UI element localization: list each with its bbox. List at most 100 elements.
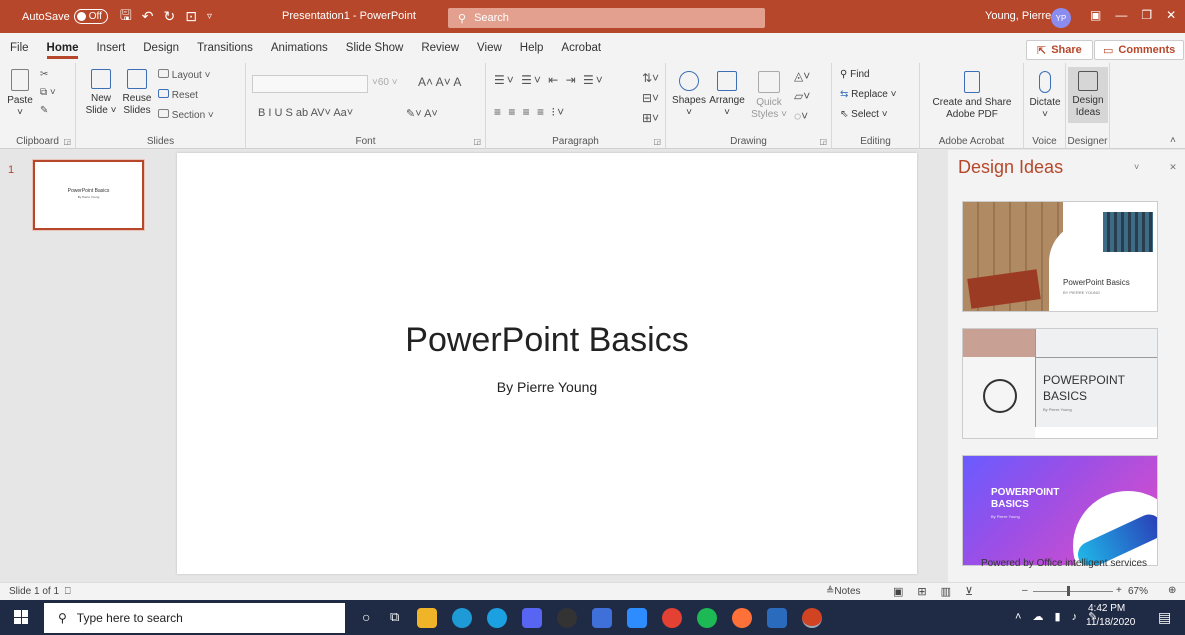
ribbon-display-icon[interactable]: ▣ — [1090, 8, 1101, 22]
comments-button[interactable]: ▭ Comments — [1094, 40, 1185, 60]
minimize-icon[interactable]: — — [1115, 8, 1127, 22]
reset-button[interactable]: Reset — [158, 89, 198, 101]
tab-review[interactable]: Review — [421, 38, 459, 58]
slide-subtitle[interactable]: By Pierre Young — [177, 379, 917, 395]
slide-title[interactable]: PowerPoint Basics — [177, 321, 917, 360]
dictate-button[interactable]: Dictate ˅ — [1026, 71, 1064, 121]
slideshow-icon[interactable]: ⊻ — [965, 586, 987, 598]
firefox-icon[interactable] — [732, 608, 752, 628]
tab-help[interactable]: Help — [520, 38, 544, 58]
notification-icon[interactable]: ▤ — [1158, 609, 1171, 626]
undo-icon[interactable]: ↶ — [142, 8, 154, 25]
chrome-icon[interactable] — [662, 608, 682, 628]
new-slide-button[interactable]: New Slide ˅ — [84, 69, 118, 117]
cut-icon[interactable]: ✂ — [40, 69, 48, 80]
file-explorer-icon[interactable] — [417, 608, 437, 628]
windows-start-icon[interactable] — [14, 610, 28, 624]
slide-canvas[interactable]: PowerPoint Basics By Pierre Young — [177, 153, 917, 574]
share-button[interactable]: ⇱ Share — [1026, 40, 1093, 60]
fit-slide-icon[interactable]: ⊕ — [1168, 585, 1176, 596]
store-icon[interactable] — [592, 608, 612, 628]
zoom-slider-knob[interactable] — [1067, 586, 1070, 596]
design-idea-2[interactable]: POWERPOINT BASICS By Pierre Young — [962, 328, 1158, 439]
clock-date[interactable]: 11/18/2020 — [1086, 617, 1135, 628]
drawing-launcher-icon[interactable]: ◲ — [819, 137, 827, 146]
shapes-button[interactable]: Shapes ˅ — [672, 71, 706, 119]
cortana-icon[interactable]: ○ — [362, 609, 370, 625]
tab-view[interactable]: View — [477, 38, 502, 58]
pane-close-icon[interactable]: ✕ — [1169, 162, 1185, 172]
copy-icon[interactable]: ⧉ ˅ — [40, 87, 56, 98]
tab-design[interactable]: Design — [143, 38, 179, 58]
tab-acrobat[interactable]: Acrobat — [561, 38, 601, 58]
notes-button[interactable]: ≜Notes — [826, 586, 861, 597]
zoom-slider[interactable] — [1033, 586, 1113, 596]
reuse-slides-button[interactable]: Reuse Slides — [120, 69, 154, 117]
shape-outline-icon[interactable]: ▱˅ — [794, 89, 810, 103]
create-share-pdf-button[interactable]: Create and Share Adobe PDF — [924, 71, 1020, 121]
align-icon[interactable]: ≡ ≡ ≡ ≡ ⁝˅ — [494, 105, 566, 119]
powerpoint-icon[interactable] — [802, 608, 822, 628]
collapse-ribbon-icon[interactable]: ˄ — [1170, 135, 1176, 146]
text-direction-icon[interactable]: ⇅˅ — [642, 71, 659, 85]
grow-font-icon[interactable]: A˄ A˅ A — [418, 75, 461, 89]
tab-animations[interactable]: Animations — [271, 38, 328, 58]
arrange-button[interactable]: Arrange ˅ — [708, 71, 746, 119]
tab-file[interactable]: File — [10, 38, 29, 58]
design-idea-1[interactable]: PowerPoint Basics BY PIERRE YOUNG — [962, 201, 1158, 312]
design-idea-3[interactable]: POWERPOINT BASICS By Pierre Young — [962, 455, 1158, 566]
spotify-icon[interactable] — [697, 608, 717, 628]
layout-button[interactable]: Layout ˅ — [158, 69, 210, 81]
discord-icon[interactable] — [522, 608, 542, 628]
replace-button[interactable]: ⇆ Replace ˅ — [840, 89, 896, 100]
tab-slide-show[interactable]: Slide Show — [346, 38, 404, 58]
align-text-icon[interactable]: ⊟˅ — [642, 91, 659, 105]
restore-icon[interactable]: ❐ — [1141, 8, 1152, 22]
shape-fill-icon[interactable]: ◬˅ — [794, 69, 810, 83]
start-from-beginning-icon[interactable]: ⊡ — [185, 8, 197, 25]
autosave[interactable]: AutoSave Off — [22, 9, 108, 24]
autosave-toggle[interactable]: Off — [73, 9, 108, 24]
section-button[interactable]: Section ˅ — [158, 109, 214, 121]
zoom-out-icon[interactable]: – — [1022, 585, 1028, 596]
find-button[interactable]: ⚲ Find — [840, 69, 870, 80]
font-launcher-icon[interactable]: ◲ — [473, 137, 481, 146]
tab-home[interactable]: Home — [46, 38, 78, 59]
zoom-in-icon[interactable]: + — [1116, 585, 1122, 596]
font-name-dropdown[interactable] — [252, 75, 368, 93]
search-box[interactable]: ⚲ Search — [448, 8, 765, 28]
slide-thumbnail[interactable]: PowerPoint Basics By Pierre Young — [33, 160, 144, 230]
clock-time[interactable]: 4:42 PM — [1088, 602, 1125, 616]
edge-icon[interactable] — [452, 608, 472, 628]
task-view-icon[interactable]: ⧉ — [390, 609, 399, 625]
slide-sorter-icon[interactable]: ⊞ — [917, 586, 940, 598]
reading-view-icon[interactable]: ▥ — [941, 586, 965, 598]
zoom-level[interactable]: 67% — [1128, 586, 1148, 597]
pane-options-icon[interactable]: ˅ — [1134, 162, 1169, 172]
select-button[interactable]: ⇖ Select ˅ — [840, 109, 888, 120]
avatar[interactable]: YP — [1051, 8, 1071, 28]
redo-icon[interactable]: ↻ — [164, 8, 176, 25]
tab-insert[interactable]: Insert — [96, 38, 125, 58]
smartart-icon[interactable]: ⊞˅ — [642, 111, 659, 125]
skype-icon[interactable] — [487, 608, 507, 628]
clipboard-launcher-icon[interactable]: ◲ — [63, 137, 71, 146]
format-painter-icon[interactable]: ✎ — [40, 105, 48, 116]
quick-styles-button[interactable]: Quick Styles ˅ — [750, 71, 788, 121]
paste-button[interactable]: Paste ˅ — [6, 69, 34, 119]
zoom-icon[interactable] — [627, 608, 647, 628]
tab-transitions[interactable]: Transitions — [197, 38, 253, 58]
bullets-icon[interactable]: ☰˅ ☰˅ ⇤ ⇥ ☰˅ — [494, 73, 605, 87]
shape-effects-icon[interactable]: ◌˅ — [794, 109, 808, 123]
normal-view-icon[interactable]: ▣ — [893, 586, 917, 598]
font-size-dropdown[interactable]: ˅60 ˅ — [372, 77, 398, 88]
accessibility-icon[interactable]: ⎕ — [65, 586, 71, 597]
close-icon[interactable]: ✕ — [1166, 8, 1176, 22]
taskbar-search[interactable]: ⚲ Type here to search — [44, 603, 345, 633]
user-name[interactable]: Young, Pierre — [985, 10, 1051, 22]
save-icon[interactable]: 🖫 — [120, 5, 132, 29]
customize-toolbar-icon[interactable]: ▿ — [207, 11, 212, 22]
font-format-row[interactable]: B I U S ab AV˅ Aa˅ — [258, 107, 353, 119]
font-color-icon[interactable]: ✎˅ A˅ — [406, 107, 438, 120]
photos-icon[interactable] — [767, 608, 787, 628]
